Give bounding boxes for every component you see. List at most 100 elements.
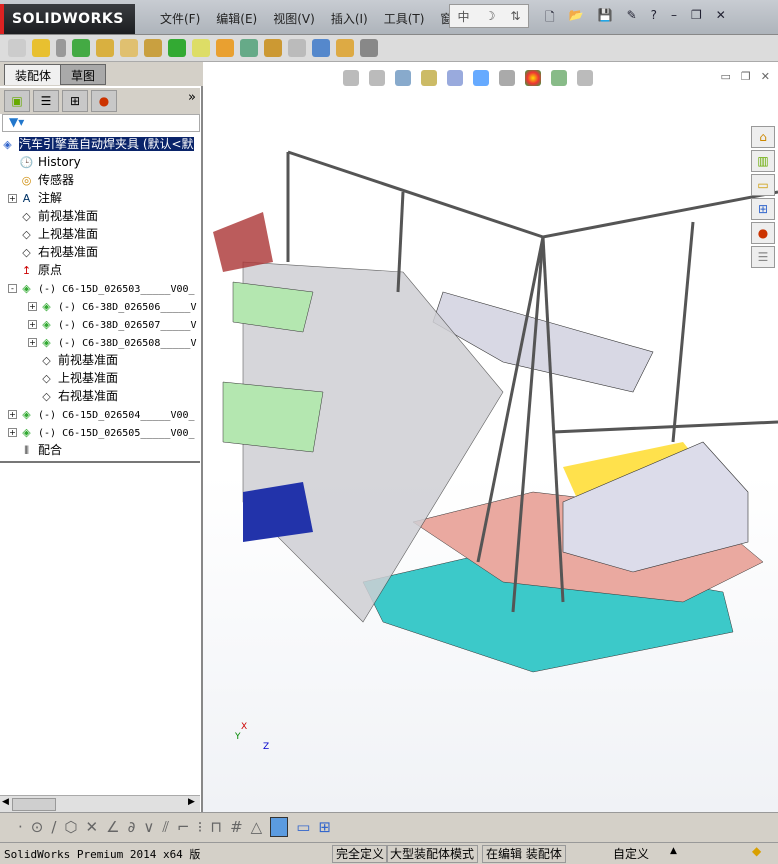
- tree-item[interactable]: + ◈ (-) C6-38D_026506_____V: [0, 297, 200, 315]
- fillet-icon[interactable]: ∂: [128, 818, 136, 836]
- options-icon[interactable]: ✎: [627, 8, 637, 29]
- appearances-icon[interactable]: ●: [751, 222, 775, 244]
- tree-item[interactable]: ◇ 前视基准面: [0, 207, 200, 225]
- ime-chinese[interactable]: 中: [458, 8, 470, 25]
- pattern-icon[interactable]: [72, 39, 90, 57]
- help-icon[interactable]: ?: [651, 8, 657, 29]
- tree-item[interactable]: ◇ 上视基准面: [0, 369, 200, 387]
- property-manager-icon[interactable]: ☰: [33, 90, 59, 112]
- tab-assembly[interactable]: 装配体: [4, 64, 63, 85]
- save-icon[interactable]: 💾: [598, 8, 613, 29]
- tree-item[interactable]: + A 注解: [0, 189, 200, 207]
- chamfer-icon[interactable]: ∨: [143, 818, 154, 836]
- polygon-icon[interactable]: ⬡: [64, 818, 77, 836]
- tree-item[interactable]: ◇ 上视基准面: [0, 225, 200, 243]
- trim-icon[interactable]: ✕: [86, 818, 99, 836]
- horizontal-scrollbar[interactable]: ◀ ▶: [0, 795, 200, 812]
- expand-chevron-icon[interactable]: »: [188, 90, 196, 112]
- tree-item[interactable]: ◇ 右视基准面: [0, 243, 200, 261]
- offset-icon[interactable]: ⫽: [162, 818, 169, 836]
- expand-icon[interactable]: +: [8, 410, 17, 419]
- home-icon[interactable]: ⌂: [751, 126, 775, 148]
- dimension-icon[interactable]: ⊓: [210, 818, 222, 836]
- expand-icon[interactable]: +: [8, 194, 17, 203]
- tree-item[interactable]: ◎ 传感器: [0, 171, 200, 189]
- menu-edit[interactable]: 编辑(E): [208, 10, 265, 27]
- tree-item[interactable]: ◇ 右视基准面: [0, 387, 200, 405]
- filter-icon[interactable]: ▼▾: [2, 114, 200, 132]
- line-icon[interactable]: /: [51, 818, 56, 836]
- tag-icon[interactable]: ◆: [752, 844, 761, 858]
- menu-view[interactable]: 视图(V): [265, 10, 323, 27]
- explode-line-icon[interactable]: [288, 39, 306, 57]
- menu-file[interactable]: 文件(F): [152, 10, 208, 27]
- relation-icon[interactable]: △: [251, 818, 263, 836]
- window-icon[interactable]: ▭: [296, 818, 310, 836]
- point-icon[interactable]: ·: [18, 818, 23, 836]
- new-document-icon[interactable]: 🗋: [545, 8, 555, 29]
- reference-geometry-icon[interactable]: [192, 39, 210, 57]
- units-custom[interactable]: 自定义: [613, 845, 649, 862]
- file-explorer-icon[interactable]: ▭: [751, 174, 775, 196]
- ime-punct-icon[interactable]: ⇅: [510, 9, 520, 23]
- expand-icon[interactable]: +: [28, 338, 37, 347]
- tree-item[interactable]: + ◈ (-) C6-15D_026505_____V00_: [0, 423, 200, 441]
- ime-toolbar[interactable]: 中 ☽ ⇅: [449, 4, 529, 28]
- spline-icon[interactable]: ⁝: [198, 818, 203, 836]
- tree-item[interactable]: 🕒 History: [0, 153, 200, 171]
- tree-item[interactable]: ↥ 原点: [0, 261, 200, 279]
- tree-item[interactable]: + ◈ (-) C6-38D_026508_____V: [0, 333, 200, 351]
- minimize-icon[interactable]: –: [671, 8, 677, 29]
- toolbar-misc-icon[interactable]: [360, 39, 378, 57]
- tree-item[interactable]: - ◈ (-) C6-15D_026503_____V00_: [0, 279, 200, 297]
- feature-manager-icon[interactable]: ▣: [4, 90, 30, 112]
- tree-item[interactable]: ◇ 前视基准面: [0, 351, 200, 369]
- tree-item[interactable]: + ◈ (-) C6-15D_026504_____V00_: [0, 405, 200, 423]
- bill-of-materials-icon[interactable]: [240, 39, 258, 57]
- tree-root[interactable]: ◈ 汽车引擎盖自动焊夹具 (默认<默: [0, 135, 200, 153]
- circle-icon[interactable]: ⊙: [31, 818, 44, 836]
- expand-icon[interactable]: +: [28, 320, 37, 329]
- corner-icon[interactable]: ⌐: [177, 818, 190, 836]
- plane-icon: ◇: [22, 245, 31, 259]
- open-icon[interactable]: 📂: [569, 8, 584, 29]
- instant3d-icon[interactable]: [312, 39, 330, 57]
- graphics-viewport[interactable]: ▭ ❐ ✕ X Y Z ⌂ ▥ ▭ ⊞ ● ☰: [203, 62, 778, 812]
- menu-insert[interactable]: 插入(I): [323, 10, 376, 27]
- design-library-icon[interactable]: ▥: [751, 150, 775, 172]
- move-component-icon[interactable]: [120, 39, 138, 57]
- scroll-left-icon[interactable]: ◀: [2, 797, 9, 807]
- angle-icon[interactable]: ∠: [106, 818, 119, 836]
- scroll-thumb[interactable]: [12, 798, 56, 811]
- exploded-view-icon[interactable]: [264, 39, 282, 57]
- tree-item[interactable]: ⫴ 配合: [0, 441, 200, 459]
- custom-properties-icon[interactable]: ☰: [751, 246, 775, 268]
- configuration-manager-icon[interactable]: ⊞: [62, 90, 88, 112]
- expand-icon[interactable]: +: [8, 428, 17, 437]
- tree-item[interactable]: + ◈ (-) C6-38D_026507_____V: [0, 315, 200, 333]
- view-palette-icon[interactable]: ⊞: [751, 198, 775, 220]
- ime-moon-icon[interactable]: ☽: [485, 9, 496, 23]
- mate-icon[interactable]: [56, 39, 66, 57]
- grid-icon[interactable]: #: [230, 818, 243, 836]
- collapse-icon[interactable]: -: [8, 284, 17, 293]
- scroll-right-icon[interactable]: ▶: [188, 797, 195, 807]
- smart-fasteners-icon[interactable]: [96, 39, 114, 57]
- 3d-sketch-icon[interactable]: [270, 817, 289, 837]
- new-motion-study-icon[interactable]: [216, 39, 234, 57]
- display-manager-icon[interactable]: ●: [91, 90, 117, 112]
- table-icon[interactable]: ⊞: [318, 818, 331, 836]
- insert-component-icon[interactable]: [32, 39, 50, 57]
- units-arrow-icon[interactable]: ▲: [670, 846, 677, 856]
- tab-sketch[interactable]: 草图: [60, 64, 107, 85]
- restore-icon[interactable]: ❐: [691, 8, 702, 29]
- expand-icon[interactable]: +: [28, 302, 37, 311]
- axis-y-label: Y: [235, 732, 241, 742]
- menu-tools[interactable]: 工具(T): [376, 10, 433, 27]
- snapshot-icon[interactable]: [336, 39, 354, 57]
- close-icon[interactable]: ✕: [716, 8, 726, 29]
- assembly-features-icon[interactable]: [168, 39, 186, 57]
- edit-component-icon[interactable]: [8, 39, 26, 57]
- solidworks-logo[interactable]: SOLIDWORKS: [0, 4, 135, 34]
- hide-show-icon[interactable]: [144, 39, 162, 57]
